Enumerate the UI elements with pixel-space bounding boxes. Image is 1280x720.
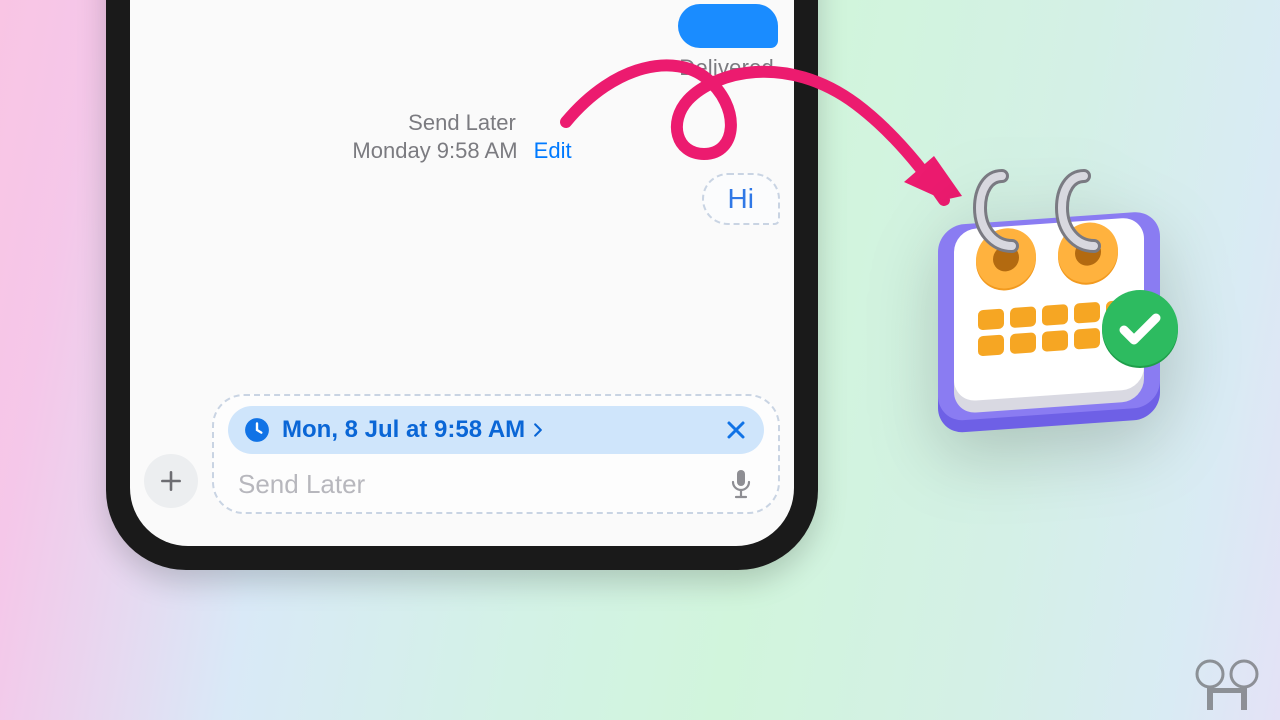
pending-message-text: Hi [728, 183, 754, 214]
pending-message-bubble[interactable]: Hi [702, 173, 780, 225]
schedule-pill-label: Mon, 8 Jul at 9:58 AM [282, 416, 712, 444]
phone-frame: Delivered Send Later Monday 9:58 AM Edit… [106, 0, 818, 570]
sent-message-bubble [678, 4, 778, 48]
clock-icon [244, 417, 270, 443]
phone-screen: Delivered Send Later Monday 9:58 AM Edit… [130, 0, 794, 546]
edit-schedule-button[interactable]: Edit [534, 138, 572, 163]
compose-box: Mon, 8 Jul at 9:58 AM Send Later [212, 394, 780, 514]
clear-schedule-button[interactable] [724, 418, 748, 442]
microphone-icon[interactable] [728, 468, 754, 500]
plus-icon [158, 468, 184, 494]
scheduled-header-title: Send Later [130, 109, 794, 137]
schedule-pill[interactable]: Mon, 8 Jul at 9:58 AM [228, 406, 764, 454]
scheduled-header-time: Monday 9:58 AM [352, 138, 517, 163]
scheduled-header: Send Later Monday 9:58 AM Edit [130, 109, 794, 165]
delivered-status: Delivered [679, 55, 774, 81]
add-attachment-button[interactable] [144, 454, 198, 508]
watermark-logo [1188, 658, 1270, 714]
compose-input[interactable]: Send Later [238, 469, 365, 500]
chevron-right-icon [531, 423, 545, 437]
calendar-icon [930, 168, 1180, 448]
compose-area: Mon, 8 Jul at 9:58 AM Send Later [144, 394, 780, 514]
